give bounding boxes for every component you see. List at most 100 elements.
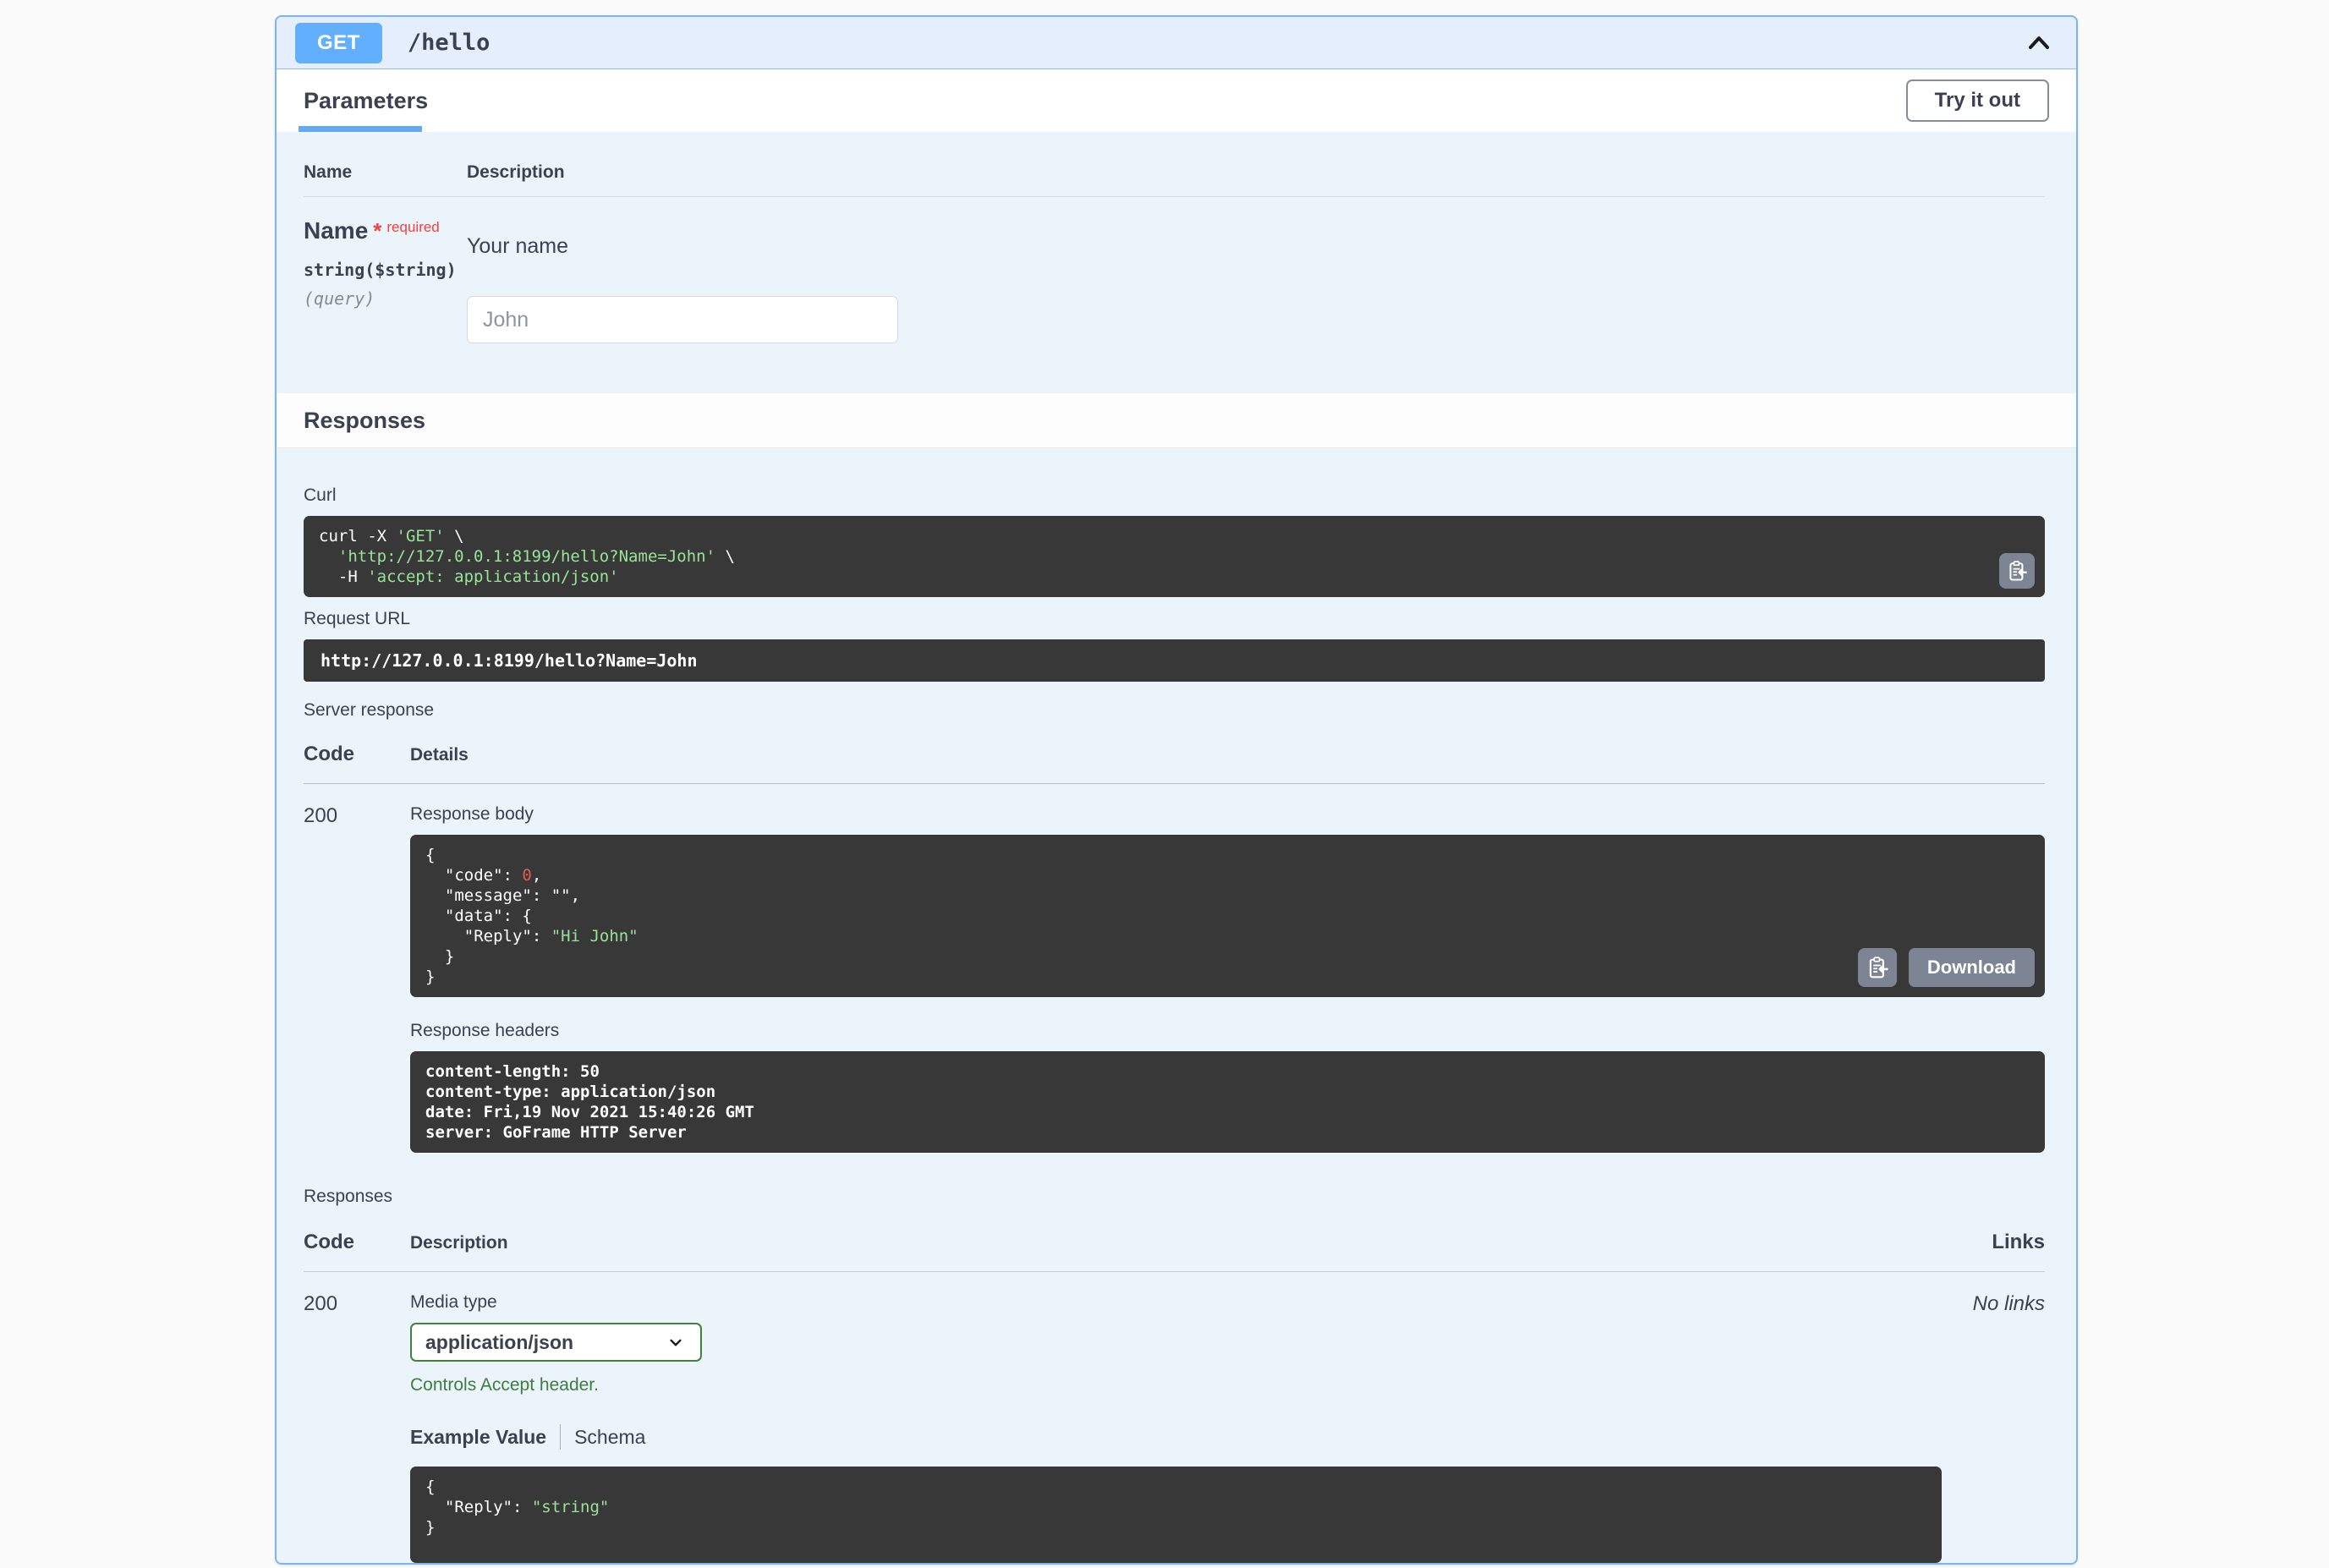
status-code: 200 [304, 804, 410, 1153]
curl-string: 'accept: application/json' [367, 567, 618, 586]
parameters-table-header: Name Description [304, 162, 2045, 183]
json-key: "message": [425, 886, 551, 905]
json-line: { [425, 1477, 1926, 1497]
json-punct: , [571, 886, 580, 905]
json-line: } [425, 1517, 1926, 1538]
curl-text: \ [445, 527, 464, 546]
response-body-actions: Download [1858, 948, 2035, 987]
parameter-description: Your name [467, 234, 898, 259]
download-button[interactable]: Download [1909, 948, 2035, 987]
json-string: "Hi John" [551, 927, 638, 946]
parameters-description-header: Description [467, 162, 565, 183]
operation-panel-get-hello: GET /hello Parameters Try it out Name De… [275, 15, 2078, 1565]
parameters-name-header: Name [304, 162, 467, 183]
request-url-value: http://127.0.0.1:8199/hello?Name=John [321, 650, 698, 671]
curl-text: \ [715, 547, 735, 566]
curl-string: 'http://127.0.0.1:8199/hello?Name=John' [338, 547, 715, 566]
responses-section-title: Responses [304, 408, 425, 434]
required-label: required [386, 219, 439, 235]
json-key: "Reply": [425, 927, 551, 946]
request-url-label: Request URL [304, 609, 2045, 629]
parameter-description-cell: Your name [467, 217, 898, 343]
header-line: content-length: 50 [425, 1061, 2030, 1082]
code-column-header: Code [304, 743, 410, 766]
json-punct: , [532, 866, 541, 885]
responses-section-header: Responses [277, 392, 2076, 448]
server-response-table-header: Code Details [304, 743, 2045, 766]
json-string: "string" [532, 1498, 610, 1516]
json-line: } [425, 946, 2030, 967]
header-line: server: GoFrame HTTP Server [425, 1122, 2030, 1143]
tab-separator [560, 1424, 561, 1450]
curl-command-block: curl -X 'GET' \ 'http://127.0.0.1:8199/h… [304, 516, 2045, 597]
documented-response-row: 200 Media type application/json Controls… [304, 1292, 2045, 1563]
controls-accept-note: Controls Accept header. [410, 1375, 1973, 1395]
response-headers-block: content-length: 50 content-type: applica… [410, 1051, 2045, 1153]
divider [304, 1271, 2045, 1272]
responses-section-body: Curl curl -X 'GET' \ 'http://127.0.0.1:8… [277, 448, 2076, 1563]
parameters-section: Name Description Name*required string($s… [277, 132, 2076, 392]
curl-text [319, 547, 338, 566]
curl-text: -H [319, 567, 367, 586]
copy-curl-button[interactable] [1999, 553, 2035, 589]
parameter-meta: Name* required string($string) (query) [304, 217, 467, 343]
curl-string: 'GET' [397, 527, 445, 546]
parameter-row: Name* required string($string) (query) Yo… [304, 217, 2045, 343]
json-key: "code": [425, 866, 522, 885]
no-links-value: No links [1973, 1292, 2045, 1563]
name-parameter-input[interactable] [467, 296, 898, 343]
parameter-location: (query) [304, 288, 467, 309]
tab-parameters[interactable]: Parameters [304, 69, 428, 132]
code-column-header: Code [304, 1231, 410, 1254]
collapse-button[interactable] [2020, 25, 2058, 62]
response-headers-label: Response headers [410, 1021, 2045, 1041]
json-number: 0 [522, 866, 531, 885]
tab-active-underline [299, 126, 422, 132]
tab-parameters-label: Parameters [304, 88, 428, 114]
copy-response-button[interactable] [1858, 948, 1897, 987]
method-badge: GET [295, 23, 382, 63]
tab-schema[interactable]: Schema [574, 1426, 645, 1449]
curl-label: Curl [304, 485, 2045, 506]
header-line: date: Fri,19 Nov 2021 15:40:26 GMT [425, 1102, 2030, 1122]
divider [304, 196, 2045, 197]
doc-status-code: 200 [304, 1292, 410, 1563]
divider [304, 783, 2045, 784]
documented-responses-label: Responses [304, 1187, 2045, 1207]
media-type-select[interactable]: application/json [410, 1323, 702, 1362]
json-empty-string: "" [551, 886, 571, 905]
try-it-out-button[interactable]: Try it out [1906, 79, 2049, 122]
request-url-block: http://127.0.0.1:8199/hello?Name=John [304, 639, 2045, 682]
doc-response-description: Media type application/json Controls Acc… [410, 1292, 1973, 1563]
required-star: * [373, 218, 381, 244]
chevron-up-icon [2022, 26, 2056, 60]
clipboard-copy-icon [2005, 559, 2029, 583]
example-value-block: { "Reply": "string" } [410, 1467, 1942, 1563]
json-line: { [425, 845, 2030, 865]
response-body-label: Response body [410, 804, 2045, 825]
chevron-down-icon [665, 1331, 687, 1353]
server-response-row: 200 Response body { "code": 0, "message"… [304, 804, 2045, 1153]
parameter-type: string($string) [304, 260, 467, 280]
links-column-header: Links [1992, 1231, 2045, 1254]
curl-text: curl -X [319, 527, 397, 546]
media-type-label: Media type [410, 1292, 1973, 1313]
description-column-header: Description [410, 1233, 508, 1253]
documented-responses-table-header: Code Description Links [304, 1231, 2045, 1254]
response-body-block: { "code": 0, "message": "", "data": { "R… [410, 835, 2045, 997]
model-example-tabs: Example Value Schema [410, 1424, 1973, 1450]
operation-tab-bar: Parameters Try it out [277, 69, 2076, 132]
json-line: } [425, 967, 2030, 987]
clipboard-copy-icon [1865, 955, 1890, 980]
operation-path: /hello [408, 30, 490, 56]
media-type-selected: application/json [425, 1331, 665, 1354]
json-line: "data": { [425, 906, 2030, 926]
server-response-label: Server response [304, 700, 2045, 721]
operation-summary[interactable]: GET /hello [277, 17, 2076, 69]
parameter-name: Name [304, 217, 368, 244]
json-key: "Reply": [425, 1498, 532, 1516]
server-response-details: Response body { "code": 0, "message": ""… [410, 804, 2045, 1153]
tab-example-value[interactable]: Example Value [410, 1426, 546, 1449]
details-column-header: Details [410, 745, 469, 765]
header-line: content-type: application/json [425, 1082, 2030, 1102]
